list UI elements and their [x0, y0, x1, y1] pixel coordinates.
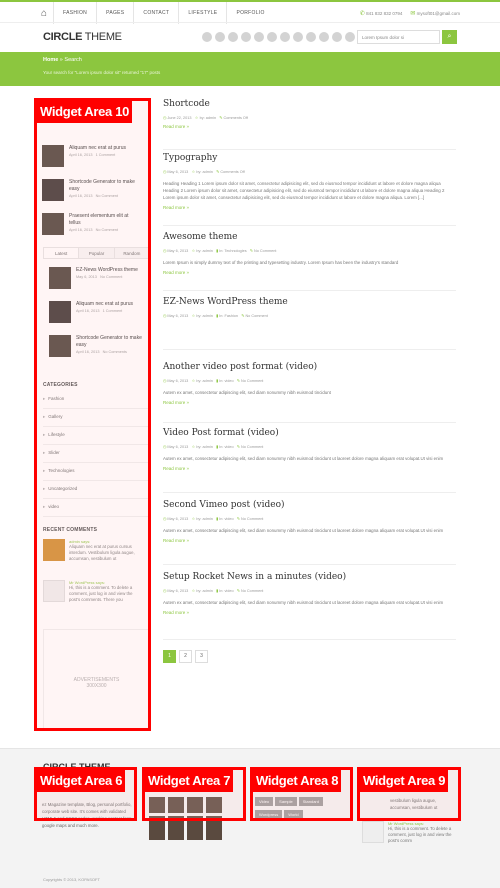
nav-item-fashion[interactable]: FASHION [54, 2, 98, 24]
breadcrumb-current: Search [64, 57, 82, 63]
read-more-link[interactable]: Read more » [163, 205, 456, 210]
nav-item-porfolio[interactable]: PORFOLIO [227, 2, 273, 24]
flickr-icon[interactable] [293, 32, 303, 42]
post-item: Setup Rocket News in a minutes (video) ◷… [163, 572, 456, 640]
site-header: CIRCLE THEME Lorem Ipsum dolor si ⌕ [0, 22, 500, 53]
email-address[interactable]: mysoft01@gmail.com [417, 11, 460, 16]
nav-item-lifestyle[interactable]: LIFESTYLE [179, 2, 228, 24]
post-item: Another video post format (video) ◷ May … [163, 362, 456, 423]
top-bar: ⌂ FASHION PAGES CONTACT LIFESTYLE PORFOL… [0, 0, 500, 24]
post-excerpt: Autem ex amet, consectetur adipiscing el… [163, 456, 444, 461]
page-1-button[interactable]: 1 [163, 650, 176, 663]
widget-area-7: Widget Area 7 [142, 767, 246, 821]
contact-info: ✆ 841 832 832 0794 ✉ mysoft01@gmail.com [360, 2, 460, 24]
nav-item-contact[interactable]: CONTACT [134, 2, 180, 24]
post-excerpt: Heading Heading 1 Lorem ipsum dolor sit … [163, 181, 445, 200]
footer-comment[interactable]: Mr WordPress says: Hi, this is a comment.… [362, 821, 453, 844]
top-nav: ⌂ FASHION PAGES CONTACT LIFESTYLE PORFOL… [35, 2, 274, 24]
site-logo[interactable]: CIRCLE THEME [43, 31, 122, 43]
breadcrumb: Home » Search [43, 57, 82, 63]
search-icon[interactable]: ⌕ [442, 30, 457, 44]
vimeo-icon[interactable] [306, 32, 316, 42]
widget-area-8: Widget Area 8 [250, 767, 353, 821]
widget-area-label: Widget Area 9 [360, 770, 449, 792]
post-item: Awesome theme ◷ May 6, 2013 ☺ by: admin … [163, 232, 456, 291]
mail-icon: ✉ [410, 10, 416, 17]
copyright: Copyrights © 2013, KOPASOFT [43, 877, 100, 882]
read-more-link[interactable]: Read more » [163, 538, 456, 543]
deviantart-icon[interactable] [345, 32, 355, 42]
post-title[interactable]: Typography [163, 153, 456, 163]
avatar [362, 821, 384, 843]
widget-area-label: Widget Area 8 [253, 770, 342, 792]
linkedin-icon[interactable] [280, 32, 290, 42]
read-more-link[interactable]: Read more » [163, 400, 456, 405]
twitter-icon[interactable] [228, 32, 238, 42]
rss-icon[interactable] [202, 32, 212, 42]
post-title[interactable]: Awesome theme [163, 232, 456, 242]
dribbble-icon[interactable] [241, 32, 251, 42]
widget-area-6: Widget Area 6 [34, 767, 137, 821]
post-title[interactable]: Second Vimeo post (video) [163, 500, 456, 510]
home-icon[interactable]: ⌂ [35, 2, 54, 24]
widget-area-label: Widget Area 10 [37, 101, 133, 123]
post-item: EZ-News WordPress theme ◷ May 6, 2013 ☺ … [163, 297, 456, 350]
post-item: Second Vimeo post (video) ◷ May 6, 2013 … [163, 500, 456, 565]
title-bar: Home » Search Your search for "Lorem ips… [0, 52, 500, 86]
read-more-link[interactable]: Read more » [163, 124, 456, 129]
post-excerpt: Lorem Ipsum is simply dummy text of the … [163, 260, 399, 265]
pagination: 1 2 3 [163, 650, 208, 663]
post-excerpt: Autem ex amet, consectetur adipiscing el… [163, 528, 444, 533]
page-3-button[interactable]: 3 [195, 650, 208, 663]
widget-area-10: Widget Area 10 [34, 98, 151, 731]
youtube-icon[interactable] [319, 32, 329, 42]
page-2-button[interactable]: 2 [179, 650, 192, 663]
read-more-link[interactable]: Read more » [163, 270, 456, 275]
phone-icon: ✆ [359, 10, 365, 17]
breadcrumb-home[interactable]: Home [43, 57, 58, 63]
search-result-info: Your search for "Lorem ipsum dolor sit" … [43, 70, 161, 75]
widget-area-label: Widget Area 7 [145, 770, 234, 792]
post-item: Typography ◷ May 6, 2013 ☺ by: admin ✎ C… [163, 153, 456, 226]
post-item: Video Post format (video) ◷ May 6, 2013 … [163, 428, 456, 493]
read-more-link[interactable]: Read more » [163, 466, 456, 471]
read-more-link[interactable]: Read more » [163, 610, 456, 615]
post-title[interactable]: Video Post format (video) [163, 428, 456, 438]
post-excerpt: Autem ex amet, consectetur adipiscing el… [163, 600, 444, 605]
search-input[interactable]: Lorem Ipsum dolor si [357, 30, 440, 44]
post-title[interactable]: Another video post format (video) [163, 362, 456, 372]
google-plus-icon[interactable] [267, 32, 277, 42]
post-excerpt: Autem ex amet, consectetur adipiscing el… [163, 390, 331, 395]
phone-number: 841 832 832 0794 [366, 10, 403, 16]
skype-icon[interactable] [332, 32, 342, 42]
social-icons [202, 32, 355, 42]
nav-item-pages[interactable]: PAGES [97, 2, 135, 24]
widget-area-label: Widget Area 6 [37, 770, 126, 792]
widget-area-9: Widget Area 9 [357, 767, 461, 821]
post-item: Shortcode ◷ June 22, 2013 ☺ by: admin ✎ … [163, 99, 456, 150]
post-title[interactable]: Setup Rocket News in a minutes (video) [163, 572, 456, 582]
post-title[interactable]: EZ-News WordPress theme [163, 297, 456, 307]
facebook-icon[interactable] [215, 32, 225, 42]
pinterest-icon[interactable] [254, 32, 264, 42]
post-title[interactable]: Shortcode [163, 99, 456, 109]
